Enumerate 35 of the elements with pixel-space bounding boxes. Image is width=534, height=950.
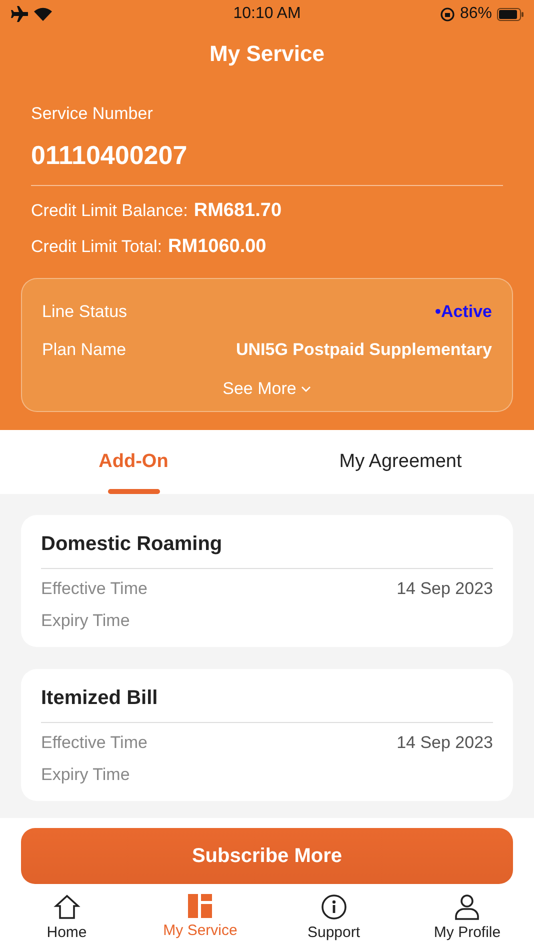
battery-icon [497,8,524,20]
wifi-icon [34,7,52,21]
status-value: •Active [435,302,492,322]
credit-label: Credit Limit Total: [31,237,162,257]
home-icon [52,894,81,920]
field-label: Effective Time [41,579,148,600]
info-label: Line Status [42,302,128,322]
field-value: 14 Sep 2023 [396,733,493,754]
page-title: My Service [210,41,324,67]
info-value: UNI5G Postpaid Supplementary [236,340,492,360]
clock: 10:10 AM [233,5,301,23]
person-icon [454,894,480,920]
rotation-lock-icon [440,6,455,22]
credit-label: Credit Limit Balance: [31,201,188,221]
tab[interactable]: My Agreement [267,430,534,494]
field-label: Expiry Time [41,765,130,786]
battery-percent: 86% [460,5,492,23]
field-label: Effective Time [41,733,148,754]
credit-value: RM1060.00 [168,236,266,258]
service-number-label: Service Number [31,104,154,124]
service-number: 01110400207 [31,140,503,186]
info-icon [320,894,347,920]
airplane-icon [10,6,28,22]
addon-name: Itemized Bill [41,687,493,723]
info-label: Plan Name [42,340,126,360]
nav-item[interactable]: Support [267,888,400,950]
field-label: Expiry Time [41,611,130,632]
nav-item[interactable]: My Profile [400,888,534,950]
field-value: 14 Sep 2023 [396,579,493,600]
dashboard-icon [188,894,212,918]
addon-name: Domestic Roaming [41,533,493,569]
tab-indicator [108,489,160,494]
nav-item[interactable]: Home [0,888,134,950]
credit-value: RM681.70 [194,200,282,222]
chevron-down-icon [301,386,312,392]
